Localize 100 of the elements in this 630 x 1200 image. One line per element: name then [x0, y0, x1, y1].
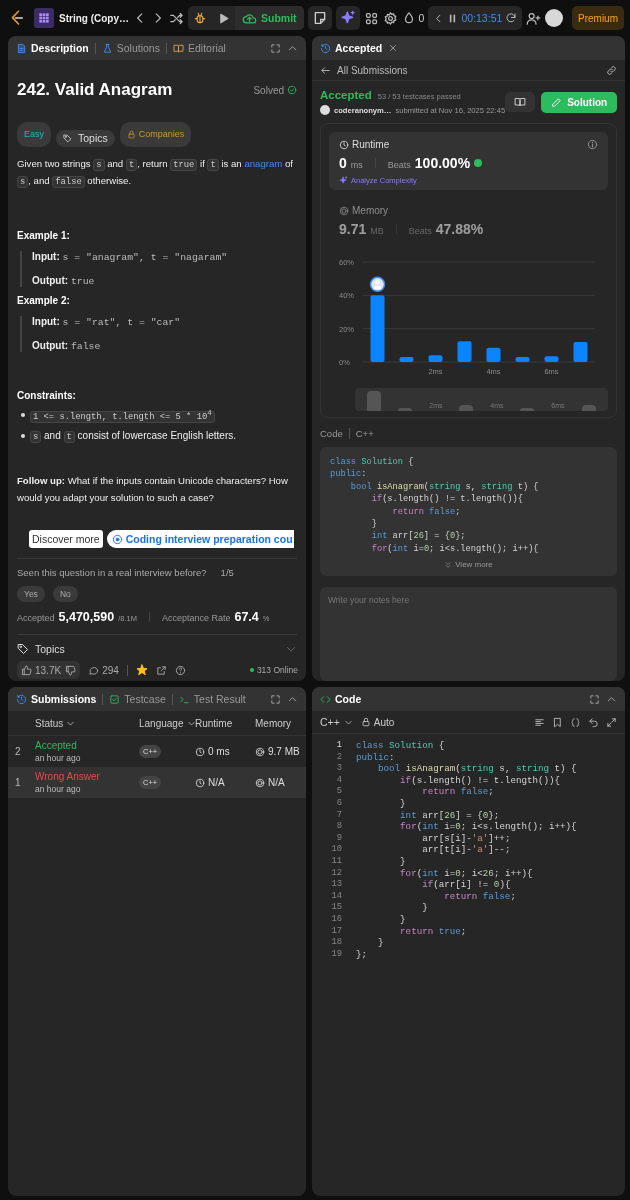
link-icon[interactable]: [606, 64, 617, 76]
column-header[interactable]: Language: [139, 717, 195, 729]
tab[interactable]: Accepted: [320, 42, 383, 54]
memory-icon: [255, 777, 265, 788]
like-button[interactable]: 13.7K: [21, 664, 62, 676]
format-icon[interactable]: [534, 716, 545, 728]
tab[interactable]: Editorial: [172, 42, 226, 54]
beats-value: 47.88%: [435, 221, 484, 237]
timer-text: 00:13:51: [461, 12, 503, 24]
metric-card[interactable]: Memory 9.71 MB Beats 47.88%: [329, 198, 608, 242]
code-line: return true;: [399, 925, 468, 938]
problem-list-icon[interactable]: [34, 8, 54, 28]
share-icon[interactable]: [155, 664, 167, 676]
fullscreen-icon[interactable]: [589, 693, 600, 705]
bullet-icon: [21, 433, 25, 438]
editorial-button[interactable]: [505, 91, 536, 112]
difficulty-tag[interactable]: Easy: [17, 121, 51, 147]
interview-question: Seen this question in a real interview before?: [17, 567, 207, 578]
fullscreen-icon[interactable]: [270, 42, 281, 54]
time-text: an hour ago: [35, 784, 82, 794]
tab[interactable]: Submissions: [16, 693, 97, 705]
submit-button[interactable]: Submit: [235, 6, 304, 30]
fullscreen-icon[interactable]: [270, 693, 281, 705]
bar[interactable]: [486, 347, 501, 362]
tab[interactable]: Code: [320, 693, 362, 705]
thumbs-down-icon[interactable]: [65, 664, 77, 676]
status-text[interactable]: Wrong Answer: [35, 771, 139, 782]
bar[interactable]: [544, 356, 559, 362]
bar[interactable]: [457, 341, 472, 362]
link[interactable]: anagram: [244, 157, 283, 169]
comments-button[interactable]: 294: [88, 664, 119, 676]
view-more-button[interactable]: View more: [438, 559, 499, 571]
history-icon: [16, 693, 27, 705]
bar[interactable]: [515, 357, 530, 362]
ad-link[interactable]: Coding interview preparation cou: [106, 530, 294, 548]
discover-more-button[interactable]: Discover more: [29, 530, 103, 548]
answer-button[interactable]: Yes: [17, 586, 45, 602]
streak-count: 0: [418, 12, 425, 24]
reset-icon[interactable]: [505, 12, 518, 24]
play-icon: [217, 11, 230, 25]
sparkle-icon[interactable]: [335, 6, 360, 30]
metric-value: 0: [339, 155, 347, 171]
tab[interactable]: Description: [16, 42, 89, 54]
thumbs-up-icon: [21, 664, 32, 676]
history-icon: [320, 42, 331, 54]
premium-button[interactable]: Premium: [572, 6, 624, 30]
code-label: Code: [320, 428, 343, 439]
add-user-icon[interactable]: [526, 10, 542, 26]
line-number: 13: [331, 879, 342, 891]
info-icon[interactable]: [587, 139, 598, 150]
bar[interactable]: [573, 342, 588, 362]
code-line: if(arr[i] != 0){: [421, 879, 512, 891]
shuffle-icon[interactable]: [169, 10, 184, 26]
timer[interactable]: 00:13:51: [428, 6, 523, 30]
topics-label[interactable]: Topics: [35, 643, 65, 655]
tab[interactable]: Solutions: [101, 42, 160, 54]
companies-tag[interactable]: Companies: [119, 121, 192, 147]
time-text: an hour ago: [35, 753, 82, 763]
back-icon[interactable]: [320, 64, 331, 76]
close-icon[interactable]: [388, 43, 399, 53]
undo-icon[interactable]: [588, 716, 599, 728]
accepted-count: 5,470,590: [58, 610, 115, 624]
bar[interactable]: [399, 357, 414, 362]
example-output-text: Output: true: [32, 274, 96, 287]
column-header[interactable]: Status: [35, 717, 139, 729]
note-icon[interactable]: [307, 6, 332, 30]
follow-up-text: Follow up: What if the inputs contain Unicode characters? How would you adapt your solution to such a case?: [17, 473, 289, 505]
code-line: if(s.length() != t.length()){: [370, 493, 524, 506]
bar[interactable]: [428, 355, 443, 362]
all-submissions-link[interactable]: All Submissions: [337, 64, 408, 76]
clock-icon: [339, 139, 349, 150]
tag-icon: [17, 643, 29, 655]
code-line: }: [377, 937, 385, 949]
line-number: 5: [336, 786, 342, 798]
metric-label: Runtime: [352, 139, 390, 150]
sparkle-icon: [339, 176, 348, 185]
status-text[interactable]: Accepted: [35, 740, 139, 751]
apps-icon[interactable]: [363, 10, 379, 26]
settings-icon[interactable]: [382, 10, 398, 26]
mode-label: Auto: [373, 716, 395, 728]
column-header: Runtime: [195, 717, 234, 729]
code-line: arr[t[i]-'a']--;: [421, 844, 512, 856]
braces-icon[interactable]: [570, 716, 581, 728]
topics-tag[interactable]: Topics: [56, 129, 115, 147]
problem-list-title[interactable]: String (Copy…: [59, 12, 129, 24]
line-number: 18: [331, 937, 342, 949]
memory-value: N/A: [268, 777, 285, 788]
tab[interactable]: Testcase: [109, 693, 166, 705]
tab[interactable]: Test Result: [178, 693, 246, 705]
answer-button[interactable]: No: [52, 586, 78, 602]
bookmark-icon[interactable]: [552, 716, 563, 728]
code-line: public:: [356, 751, 396, 764]
help-icon[interactable]: [174, 664, 186, 676]
star-icon[interactable]: [135, 664, 148, 676]
line-number: 16: [331, 913, 342, 926]
maximize-icon[interactable]: [606, 716, 617, 728]
example-output-text: Output: false: [32, 339, 102, 352]
code-line: return false;: [421, 786, 495, 798]
avatar[interactable]: [545, 9, 564, 27]
syntax-dropdown[interactable]: C++: [320, 716, 353, 728]
